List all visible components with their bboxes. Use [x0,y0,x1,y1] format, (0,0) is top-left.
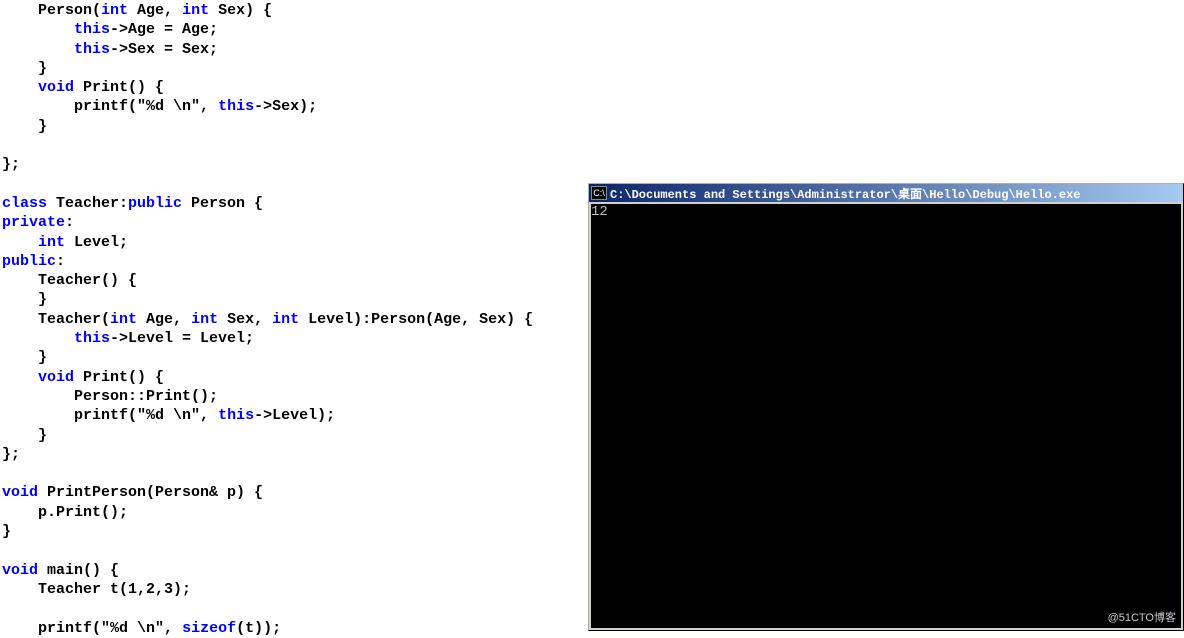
console-output[interactable]: 12 [591,204,1181,628]
code-line: printf("%d \n", this->Sex); [2,97,1184,116]
code-line: } [2,117,1184,136]
code-line: this->Sex = Sex; [2,40,1184,59]
console-icon: C:\ [591,186,607,200]
code-line: this->Age = Age; [2,20,1184,39]
code-line: }; [2,155,1184,174]
code-line [2,136,1184,155]
code-line: Person(int Age, int Sex) { [2,1,1184,20]
watermark: @51CTO博客 [1108,609,1176,625]
console-line: 12 [591,204,1181,220]
console-titlebar[interactable]: C:\ C:\Documents and Settings\Administra… [589,184,1183,202]
console-window[interactable]: C:\ C:\Documents and Settings\Administra… [588,183,1184,631]
code-line: void Print() { [2,78,1184,97]
console-title: C:\Documents and Settings\Administrator\… [610,185,1080,202]
code-line: } [2,59,1184,78]
